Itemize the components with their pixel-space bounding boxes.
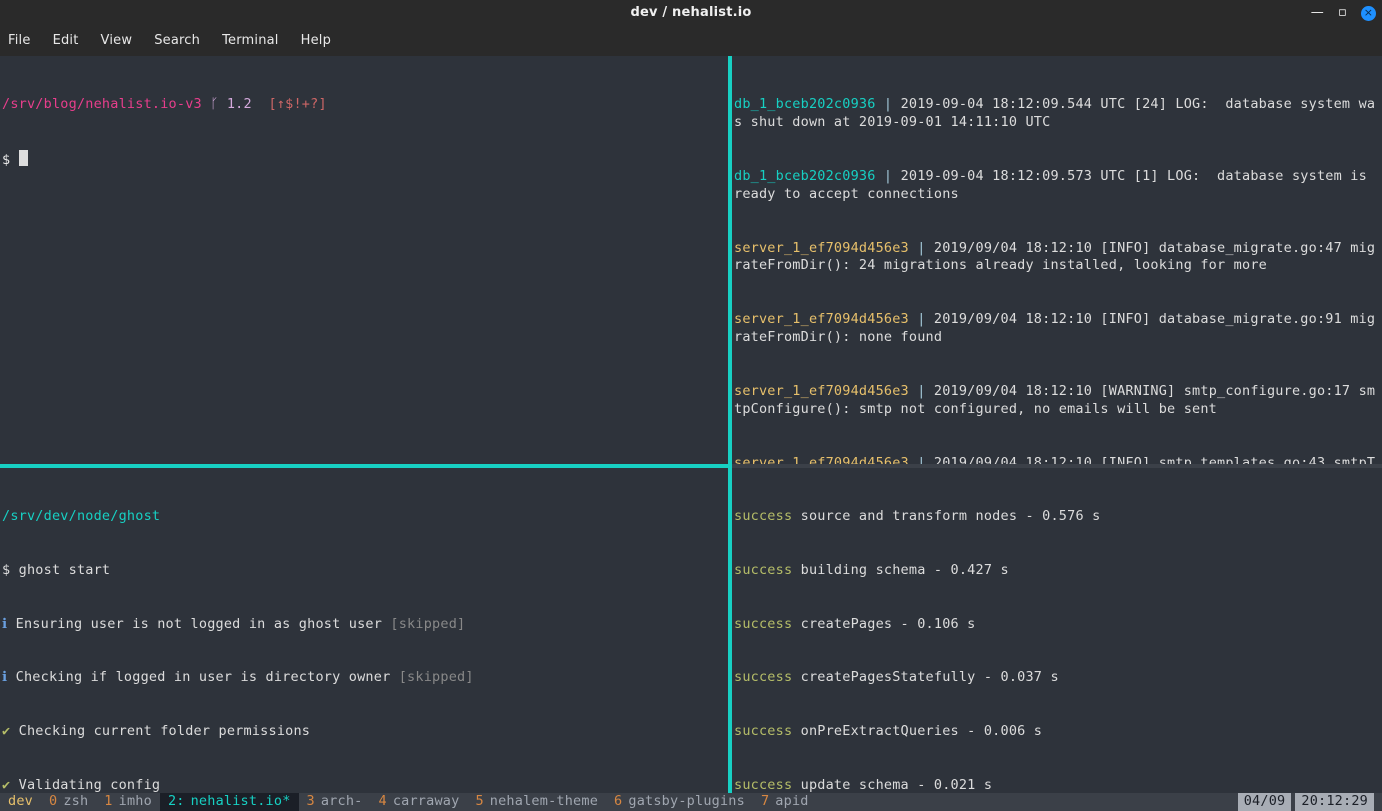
window-tab-3[interactable]: 3arch- — [299, 793, 371, 811]
cursor — [19, 150, 28, 166]
session-name[interactable]: dev — [0, 793, 41, 811]
check-icon: ✔ — [2, 777, 19, 793]
status-tag: success — [734, 562, 792, 578]
window-controls: — ▫ × — [1311, 4, 1376, 21]
maximize-icon[interactable]: ▫ — [1338, 4, 1347, 21]
minimize-icon[interactable]: — — [1311, 4, 1324, 21]
window-title: dev / nehalist.io — [630, 4, 751, 21]
command-line: $ ghost start — [2, 562, 726, 580]
log-line: server_1_ef7094d456e3 | 2019/09/04 18:12… — [734, 455, 1380, 464]
menu-help[interactable]: Help — [301, 32, 331, 49]
git-status-flags: [↑$!+?] — [268, 96, 326, 112]
close-icon[interactable]: × — [1361, 6, 1376, 21]
info-icon: ℹ — [2, 616, 16, 632]
log-line: server_1_ef7094d456e3 | 2019/09/04 18:12… — [734, 311, 1380, 347]
pane-bottom-left[interactable]: /srv/dev/node/ghost $ ghost start ℹ Ensu… — [0, 468, 728, 793]
window-tab-6[interactable]: 6gatsby-plugins — [606, 793, 753, 811]
pane-top-right[interactable]: db_1_bceb202c0936 | 2019-09-04 18:12:09.… — [732, 56, 1382, 464]
log-line: db_1_bceb202c0936 | 2019-09-04 18:12:09.… — [734, 96, 1380, 132]
status-tag: success — [734, 508, 792, 524]
menu-bar: File Edit View Search Terminal Help — [0, 26, 1382, 56]
window-tab-7[interactable]: 7apid — [753, 793, 817, 811]
menu-search[interactable]: Search — [154, 32, 200, 49]
window-tab-5[interactable]: 5nehalem-theme — [467, 793, 606, 811]
window-tab-1[interactable]: 1imho — [96, 793, 160, 811]
git-branch: 1.2 — [219, 96, 252, 112]
prompt-line: /srv/blog/nehalist.io-v3 ᚴ 1.2 [↑$!+?] — [2, 96, 726, 114]
menu-terminal[interactable]: Terminal — [222, 32, 279, 49]
tmux-status-bar: dev 0zsh 1imho 2:nehalist.io* 3arch- 4ca… — [0, 793, 1382, 811]
window-tab-2-active[interactable]: 2:nehalist.io* — [160, 793, 299, 811]
status-date: 04/09 — [1238, 793, 1292, 811]
status-tag: success — [734, 723, 792, 739]
window-tab-0[interactable]: 0zsh — [41, 793, 96, 811]
status-tag: success — [734, 777, 792, 793]
status-tag: success — [734, 616, 792, 632]
status-tag: success — [734, 669, 792, 685]
log-line: db_1_bceb202c0936 | 2019-09-04 18:12:09.… — [734, 168, 1380, 204]
info-icon: ℹ — [2, 669, 16, 685]
menu-view[interactable]: View — [101, 32, 133, 49]
pane-top-left[interactable]: /srv/blog/nehalist.io-v3 ᚴ 1.2 [↑$!+?] $ — [0, 56, 728, 464]
cwd-path: /srv/dev/node/ghost — [2, 508, 160, 524]
check-icon: ✔ — [2, 723, 19, 739]
git-branch-icon: ᚴ — [210, 96, 218, 112]
menu-edit[interactable]: Edit — [53, 32, 79, 49]
shell-prompt: $ — [2, 150, 726, 170]
cwd-path: /srv/blog/nehalist.io-v3 — [2, 96, 202, 112]
status-clock: 20:12:29 — [1295, 793, 1374, 811]
menu-file[interactable]: File — [8, 32, 31, 49]
pane-bottom-right[interactable]: success source and transform nodes - 0.5… — [732, 468, 1382, 793]
log-line: server_1_ef7094d456e3 | 2019/09/04 18:12… — [734, 240, 1380, 276]
tmux-grid: /srv/blog/nehalist.io-v3 ᚴ 1.2 [↑$!+?] $… — [0, 56, 1382, 793]
window-titlebar: dev / nehalist.io — ▫ × — [0, 0, 1382, 26]
window-tab-4[interactable]: 4carraway — [371, 793, 468, 811]
log-line: server_1_ef7094d456e3 | 2019/09/04 18:12… — [734, 383, 1380, 419]
